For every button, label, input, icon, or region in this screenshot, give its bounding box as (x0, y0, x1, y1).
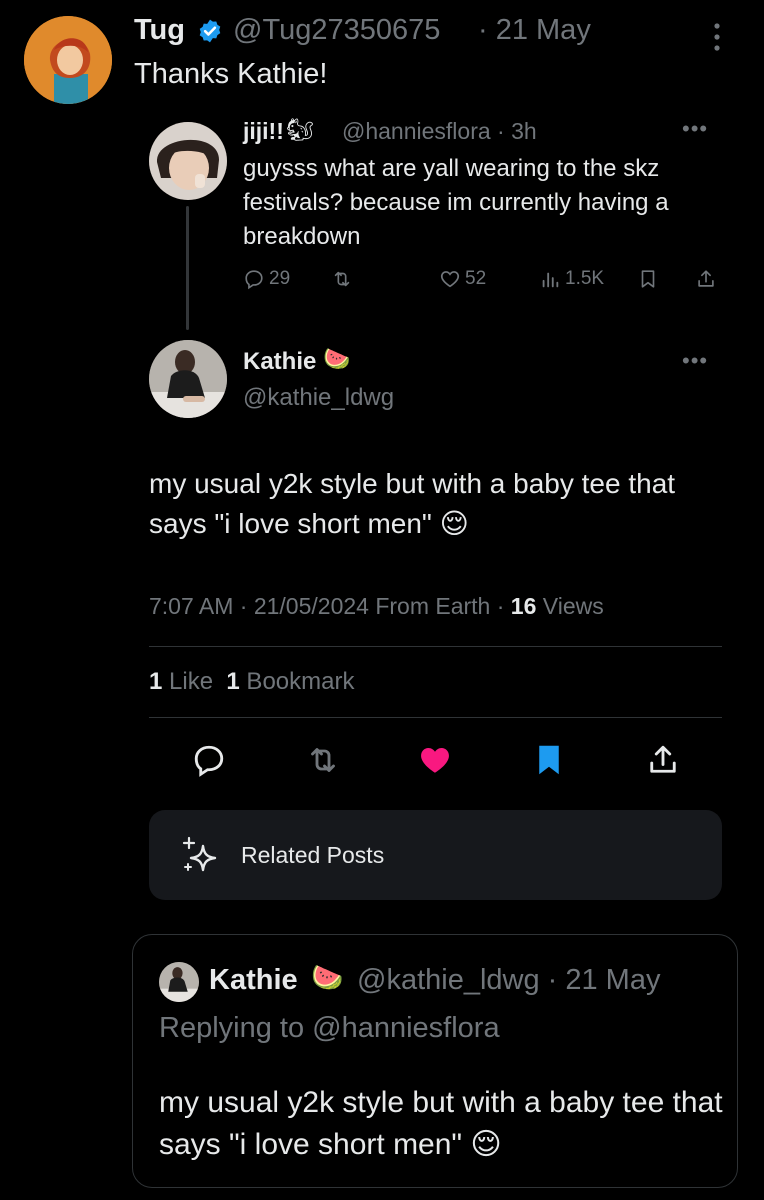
author-name[interactable]: Tug (134, 14, 185, 47)
card-author-name[interactable]: Kathie (209, 964, 298, 997)
tweet-text: Thanks Kathie! (134, 58, 328, 90)
card-author-handle[interactable]: @kathie_ldwg · 21 May (357, 964, 660, 997)
share-icon (650, 745, 676, 773)
verified-badge-icon (199, 19, 221, 43)
bookmarks-number: 1 (226, 668, 240, 695)
watermelon-emoji: 🍉 (323, 346, 351, 371)
card-tweet-text: my usual y2k style but with a baby tee t… (159, 1086, 723, 1161)
like-button[interactable] (413, 738, 457, 782)
views-action[interactable]: 1.5K (539, 268, 604, 290)
views-label: Views (536, 593, 604, 619)
quoted-tweet-actions: 29 52 1.5K (243, 268, 723, 300)
reply-icon (245, 270, 263, 290)
bookmark-icon (539, 745, 559, 775)
views-number: 16 (510, 593, 537, 619)
reply-icon (194, 745, 224, 777)
squirrel-emoji: 🐿 (286, 117, 314, 142)
retweet-action[interactable] (331, 268, 353, 290)
kathie-avatar[interactable] (149, 340, 227, 418)
reply-count: 29 (269, 268, 291, 289)
views-icon (542, 272, 559, 288)
retweet-icon (334, 271, 350, 287)
tweet-actions (149, 738, 722, 782)
reply-button[interactable] (187, 738, 231, 782)
like-icon (440, 271, 460, 288)
related-posts-button[interactable]: Related Posts (149, 810, 722, 900)
bookmarks-label: Bookmark (239, 668, 355, 695)
quoted-author-name[interactable]: jiji!! (243, 118, 284, 145)
replying-to[interactable]: Replying to @hanniesflora (159, 1012, 500, 1045)
share-button[interactable] (641, 738, 685, 782)
bookmark-action[interactable] (637, 268, 659, 290)
card-avatar[interactable] (159, 962, 199, 1002)
quoted-tweet-text: guysss what are yall wearing to the skz … (243, 155, 669, 250)
views-count: 1.5K (565, 268, 605, 289)
quoted-author-handle[interactable]: @hanniesflora · 3h (342, 118, 537, 145)
divider (149, 717, 722, 718)
tweet-date[interactable]: · 21 May (478, 14, 591, 47)
retweet-icon (311, 748, 335, 772)
likes-label: Like (162, 668, 214, 695)
share-icon (698, 270, 714, 287)
author-handle[interactable]: @Tug27350675 (233, 14, 440, 47)
share-action[interactable] (695, 268, 717, 290)
more-vertical-icon[interactable] (708, 22, 726, 52)
bookmarks-stat[interactable]: 1 Bookmark (226, 668, 354, 695)
engagement-stats: 1 Like 1 Bookmark (149, 668, 354, 696)
bookmark-button[interactable] (527, 738, 571, 782)
watermelon-emoji: 🍉 (311, 962, 344, 992)
tug-avatar[interactable] (24, 16, 112, 104)
bookmark-icon (641, 270, 655, 288)
retweet-button[interactable] (301, 738, 345, 782)
likes-number: 1 (149, 668, 163, 695)
reply-tweet-text: my usual y2k style but with a baby tee t… (149, 468, 676, 539)
more-horizontal-icon[interactable]: ••• (682, 348, 708, 374)
related-posts-label: Related Posts (241, 842, 385, 868)
like-icon (421, 748, 449, 773)
likes-stat[interactable]: 1 Like (149, 668, 213, 695)
jiji-avatar[interactable] (149, 122, 227, 200)
more-horizontal-icon[interactable]: ••• (682, 116, 708, 142)
reply-author-handle[interactable]: @kathie_ldwg (243, 384, 394, 412)
reply-author-name[interactable]: Kathie (243, 348, 316, 376)
like-action[interactable]: 52 (439, 268, 486, 290)
thread-line (186, 206, 189, 330)
like-count: 52 (465, 268, 487, 289)
tweet-meta: 7:07 AM · 21/05/2024 From Earth · 16 Vie… (149, 593, 604, 620)
divider (149, 646, 722, 647)
tweet-timestamp[interactable]: 7:07 AM · 21/05/2024 From Earth · (149, 593, 511, 619)
reply-action[interactable]: 29 (243, 268, 290, 290)
sparkle-icon (182, 836, 217, 872)
